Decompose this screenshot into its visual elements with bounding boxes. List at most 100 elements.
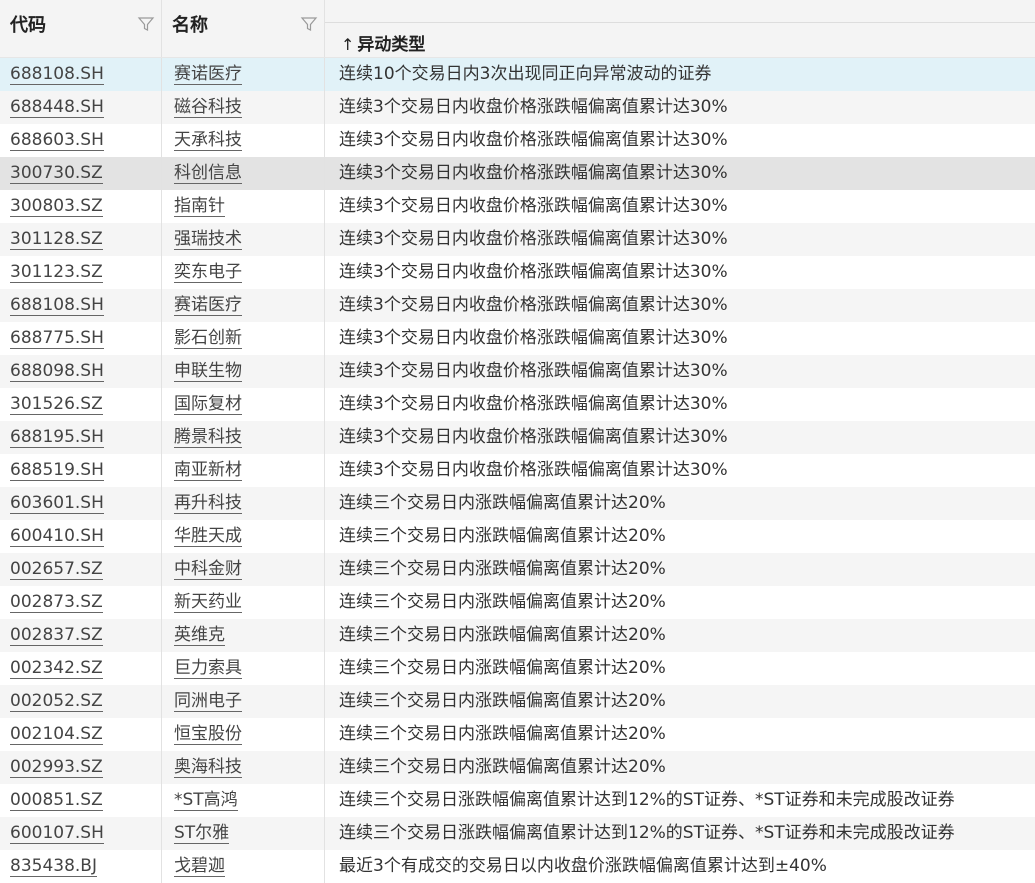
stock-name-link[interactable]: 巨力索具 xyxy=(174,658,242,679)
table-row[interactable]: 600107.SH ST尔雅 连续三个交易日涨跌幅偏离值累计达到12%的ST证券、*… xyxy=(0,817,1035,850)
table-row[interactable]: 301123.SZ 奕东电子 连续3个交易日内收盘价格涨跌幅偏离值累计达30% xyxy=(0,256,1035,289)
stock-code-link[interactable]: 688603.SH xyxy=(10,130,104,151)
stock-name-link[interactable]: 影石创新 xyxy=(174,328,242,349)
stock-code-link[interactable]: 603601.SH xyxy=(10,493,104,514)
anomaly-type-cell: 连续三个交易日涨跌幅偏离值累计达到12%的ST证券、*ST证券和未完成股改证券 xyxy=(339,823,955,843)
stock-code-link[interactable]: 002873.SZ xyxy=(10,592,103,613)
code-cell: 300803.SZ xyxy=(0,190,162,223)
stock-code-link[interactable]: 301526.SZ xyxy=(10,394,103,415)
stock-name-link[interactable]: 戈碧迦 xyxy=(174,856,225,877)
table-row[interactable]: 002837.SZ 英维克 连续三个交易日内涨跌幅偏离值累计达20% xyxy=(0,619,1035,652)
table-row[interactable]: 002052.SZ 同洲电子 连续三个交易日内涨跌幅偏离值累计达20% xyxy=(0,685,1035,718)
stock-name-link[interactable]: 再升科技 xyxy=(174,493,242,514)
column-header-name[interactable]: 名称 xyxy=(162,0,325,57)
anomaly-type-cell: 连续10个交易日内3次出现同正向异常波动的证券 xyxy=(339,64,712,84)
stock-code-link[interactable]: 301128.SZ xyxy=(10,229,103,250)
anomaly-type-cell: 连续3个交易日内收盘价格涨跌幅偏离值累计达30% xyxy=(339,196,728,216)
stock-name-link[interactable]: 指南针 xyxy=(174,196,225,217)
stock-name-link[interactable]: 中科金财 xyxy=(174,559,242,580)
stock-name-link[interactable]: 科创信息 xyxy=(174,163,242,184)
table-row[interactable]: 688448.SH 磁谷科技 连续3个交易日内收盘价格涨跌幅偏离值累计达30% xyxy=(0,91,1035,124)
table-row[interactable]: 002342.SZ 巨力索具 连续三个交易日内涨跌幅偏离值累计达20% xyxy=(0,652,1035,685)
stock-name-link[interactable]: 强瑞技术 xyxy=(174,229,242,250)
table-row[interactable]: 301526.SZ 国际复材 连续3个交易日内收盘价格涨跌幅偏离值累计达30% xyxy=(0,388,1035,421)
code-cell: 600107.SH xyxy=(0,817,162,850)
stock-code-link[interactable]: 688775.SH xyxy=(10,328,104,349)
code-cell: 688195.SH xyxy=(0,421,162,454)
code-cell: 002873.SZ xyxy=(0,586,162,619)
stock-name-link[interactable]: ST尔雅 xyxy=(174,823,230,844)
anomaly-type-cell: 连续三个交易日内涨跌幅偏离值累计达20% xyxy=(339,526,666,546)
stock-code-link[interactable]: 301123.SZ xyxy=(10,262,103,283)
stock-name-link[interactable]: 天承科技 xyxy=(174,130,242,151)
stock-code-link[interactable]: 688448.SH xyxy=(10,97,104,118)
table-row[interactable]: 002104.SZ 恒宝股份 连续三个交易日内涨跌幅偏离值累计达20% xyxy=(0,718,1035,751)
stock-code-link[interactable]: 002837.SZ xyxy=(10,625,103,646)
stock-code-link[interactable]: 000851.SZ xyxy=(10,790,103,811)
stock-name-link[interactable]: 奥海科技 xyxy=(174,757,242,778)
table-row[interactable]: 688603.SH 天承科技 连续3个交易日内收盘价格涨跌幅偏离值累计达30% xyxy=(0,124,1035,157)
code-cell: 002052.SZ xyxy=(0,685,162,718)
filter-icon[interactable] xyxy=(300,15,318,33)
stock-code-link[interactable]: 688108.SH xyxy=(10,64,104,85)
table-row[interactable]: 300730.SZ 科创信息 连续3个交易日内收盘价格涨跌幅偏离值累计达30% xyxy=(0,157,1035,190)
code-cell: 002657.SZ xyxy=(0,553,162,586)
stock-name-link[interactable]: 英维克 xyxy=(174,625,225,646)
table-row[interactable]: 688775.SH 影石创新 连续3个交易日内收盘价格涨跌幅偏离值累计达30% xyxy=(0,322,1035,355)
stock-name-link[interactable]: 奕东电子 xyxy=(174,262,242,283)
table-row[interactable]: 688108.SH 赛诺医疗 连续10个交易日内3次出现同正向异常波动的证券 xyxy=(0,58,1035,91)
stock-code-link[interactable]: 300730.SZ xyxy=(10,163,103,184)
table-row[interactable]: 688519.SH 南亚新材 连续3个交易日内收盘价格涨跌幅偏离值累计达30% xyxy=(0,454,1035,487)
stock-name-link[interactable]: 南亚新材 xyxy=(174,460,242,481)
stock-name-link[interactable]: 新天药业 xyxy=(174,592,242,613)
stock-name-link[interactable]: 赛诺医疗 xyxy=(174,295,242,316)
table-row[interactable]: 002993.SZ 奥海科技 连续三个交易日内涨跌幅偏离值累计达20% xyxy=(0,751,1035,784)
table-row[interactable]: 002657.SZ 中科金财 连续三个交易日内涨跌幅偏离值累计达20% xyxy=(0,553,1035,586)
stock-code-link[interactable]: 002657.SZ xyxy=(10,559,103,580)
stock-name-link[interactable]: 腾景科技 xyxy=(174,427,242,448)
column-header-type[interactable]: ↑ 异动类型 xyxy=(325,0,1035,57)
stock-name-link[interactable]: 磁谷科技 xyxy=(174,97,242,118)
anomaly-type-cell: 连续三个交易日内涨跌幅偏离值累计达20% xyxy=(339,625,666,645)
stock-name-link[interactable]: 同洲电子 xyxy=(174,691,242,712)
stock-code-link[interactable]: 688108.SH xyxy=(10,295,104,316)
table-header: 代码 名称 ↑ 异动类型 xyxy=(0,0,1035,58)
stock-code-link[interactable]: 688098.SH xyxy=(10,361,104,382)
column-header-code[interactable]: 代码 xyxy=(0,0,162,57)
code-cell: 301123.SZ xyxy=(0,256,162,289)
table-row[interactable]: 688098.SH 申联生物 连续3个交易日内收盘价格涨跌幅偏离值累计达30% xyxy=(0,355,1035,388)
stock-name-link[interactable]: *ST高鸿 xyxy=(174,790,238,811)
table-row[interactable]: 301128.SZ 强瑞技术 连续3个交易日内收盘价格涨跌幅偏离值累计达30% xyxy=(0,223,1035,256)
stock-code-link[interactable]: 002104.SZ xyxy=(10,724,103,745)
table-row[interactable]: 300803.SZ 指南针 连续3个交易日内收盘价格涨跌幅偏离值累计达30% xyxy=(0,190,1035,223)
table-row[interactable]: 000851.SZ *ST高鸿 连续三个交易日涨跌幅偏离值累计达到12%的ST证券、… xyxy=(0,784,1035,817)
table-row[interactable]: 603601.SH 再升科技 连续三个交易日内涨跌幅偏离值累计达20% xyxy=(0,487,1035,520)
table-row[interactable]: 688108.SH 赛诺医疗 连续3个交易日内收盘价格涨跌幅偏离值累计达30% xyxy=(0,289,1035,322)
table-row[interactable]: 600410.SH 华胜天成 连续三个交易日内涨跌幅偏离值累计达20% xyxy=(0,520,1035,553)
stock-name-link[interactable]: 恒宝股份 xyxy=(174,724,242,745)
stock-code-link[interactable]: 835438.BJ xyxy=(10,856,97,877)
stock-code-link[interactable]: 600107.SH xyxy=(10,823,104,844)
stock-code-link[interactable]: 600410.SH xyxy=(10,526,104,547)
code-cell: 002837.SZ xyxy=(0,619,162,652)
table-row[interactable]: 002873.SZ 新天药业 连续三个交易日内涨跌幅偏离值累计达20% xyxy=(0,586,1035,619)
stock-code-link[interactable]: 002993.SZ xyxy=(10,757,103,778)
table-row[interactable]: 688195.SH 腾景科技 连续3个交易日内收盘价格涨跌幅偏离值累计达30% xyxy=(0,421,1035,454)
stock-code-link[interactable]: 688195.SH xyxy=(10,427,104,448)
name-cell: 赛诺医疗 xyxy=(162,58,325,91)
stock-code-link[interactable]: 002052.SZ xyxy=(10,691,103,712)
code-cell: 688519.SH xyxy=(0,454,162,487)
stock-code-link[interactable]: 688519.SH xyxy=(10,460,104,481)
stock-code-link[interactable]: 002342.SZ xyxy=(10,658,103,679)
stock-name-link[interactable]: 华胜天成 xyxy=(174,526,242,547)
stock-name-link[interactable]: 国际复材 xyxy=(174,394,242,415)
name-cell: 英维克 xyxy=(162,619,325,652)
stock-code-link[interactable]: 300803.SZ xyxy=(10,196,103,217)
table-row[interactable]: 835438.BJ 戈碧迦 最近3个有成交的交易日以内收盘价涨跌幅偏离值累计达到±4… xyxy=(0,850,1035,883)
code-cell: 000851.SZ xyxy=(0,784,162,817)
filter-icon[interactable] xyxy=(137,15,155,33)
stock-name-link[interactable]: 赛诺医疗 xyxy=(174,64,242,85)
stock-name-link[interactable]: 申联生物 xyxy=(174,361,242,382)
anomaly-type-cell: 连续3个交易日内收盘价格涨跌幅偏离值累计达30% xyxy=(339,427,728,447)
table-body: 688108.SH 赛诺医疗 连续10个交易日内3次出现同正向异常波动的证券 6884… xyxy=(0,58,1035,883)
